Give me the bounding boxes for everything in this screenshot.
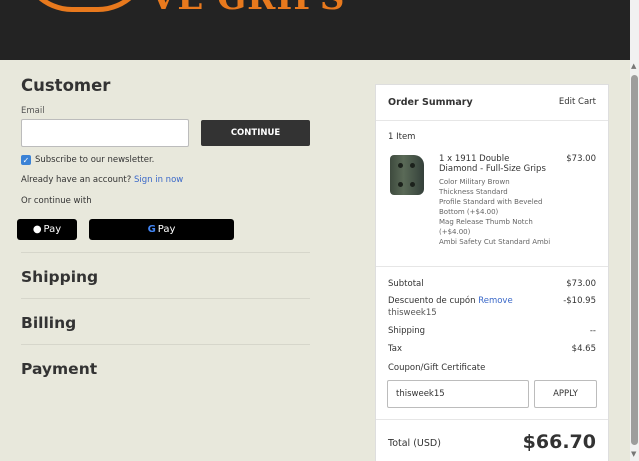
section-divider (21, 252, 310, 253)
page-scrollbar[interactable]: ▲ ▼ (630, 0, 639, 461)
summary-divider (376, 419, 608, 420)
apple-pay-label: Pay (43, 224, 62, 235)
product-option: Profile Standard with Beveled Bottom (+$… (439, 198, 543, 216)
product-price: $73.00 (566, 154, 596, 164)
coupon-input[interactable]: thisweek15 (387, 380, 529, 408)
shipping-value: -- (589, 326, 596, 336)
scrollbar-thumb[interactable] (631, 75, 638, 445)
tax-label: Tax (388, 344, 403, 354)
email-label: Email (21, 106, 45, 116)
subtotal-value: $73.00 (566, 279, 596, 289)
apply-coupon-button[interactable]: APPLY (534, 380, 597, 408)
scroll-up-arrow-icon[interactable]: ▲ (631, 62, 636, 70)
newsletter-checkbox[interactable]: ✓ (21, 155, 31, 165)
site-logo[interactable]: VE GRIPS (150, 0, 345, 18)
product-option: Mag Release Thumb Notch (+$4.00) (439, 218, 533, 236)
newsletter-label: Subscribe to our newsletter. (35, 155, 155, 165)
total-value: $66.70 (522, 431, 596, 453)
apple-pay-button[interactable]: ● Pay (17, 219, 77, 240)
discount-value: -$10.95 (563, 296, 596, 306)
discount-code: thisweek15 (388, 308, 437, 318)
product-name: 1 x 1911 Double Diamond - Full-Size Grip… (439, 154, 546, 174)
customer-heading: Customer (21, 76, 111, 95)
google-icon: G (147, 224, 156, 235)
payment-step-heading[interactable]: Payment (21, 360, 97, 378)
sign-in-link[interactable]: Sign in now (134, 175, 183, 185)
discount-label: Descuento de cupón (388, 296, 476, 306)
google-pay-label: Pay (157, 224, 176, 235)
summary-divider (376, 266, 608, 267)
apple-icon: ● (32, 224, 42, 235)
account-prompt: Already have an account? Sign in now (21, 175, 183, 185)
tax-value: $4.65 (571, 344, 596, 354)
continue-with-label: Or continue with (21, 196, 92, 206)
subtotal-label: Subtotal (388, 279, 424, 289)
site-header: VE GRIPS (0, 0, 630, 60)
remove-coupon-link[interactable]: Remove (478, 296, 513, 306)
shipping-label: Shipping (388, 326, 426, 336)
product-option: Ambi Safety Cut Standard Ambi (439, 238, 551, 246)
section-divider (21, 344, 310, 345)
item-count: 1 Item (388, 132, 416, 142)
coupon-label: Coupon/Gift Certificate (388, 363, 486, 373)
account-prompt-text: Already have an account? (21, 175, 132, 185)
checkmark-icon: ✓ (22, 155, 30, 165)
summary-divider (376, 120, 608, 121)
section-divider (21, 298, 310, 299)
shipping-step-heading[interactable]: Shipping (21, 268, 98, 286)
order-summary-panel: Order Summary Edit Cart 1 Item 1 x 1911 … (375, 84, 609, 461)
google-pay-button[interactable]: G Pay (89, 219, 234, 240)
edit-cart-link[interactable]: Edit Cart (559, 97, 596, 107)
logo-swoosh (20, 0, 150, 12)
continue-button[interactable]: CONTINUE (201, 120, 310, 146)
email-field[interactable] (21, 119, 189, 147)
scroll-down-arrow-icon[interactable]: ▼ (631, 450, 636, 458)
billing-step-heading[interactable]: Billing (21, 314, 76, 332)
product-options: Color Military Brown Thickness Standard … (439, 177, 559, 247)
product-option: Thickness Standard (439, 188, 508, 196)
product-option: Color Military Brown (439, 178, 510, 186)
product-thumbnail (390, 155, 424, 195)
